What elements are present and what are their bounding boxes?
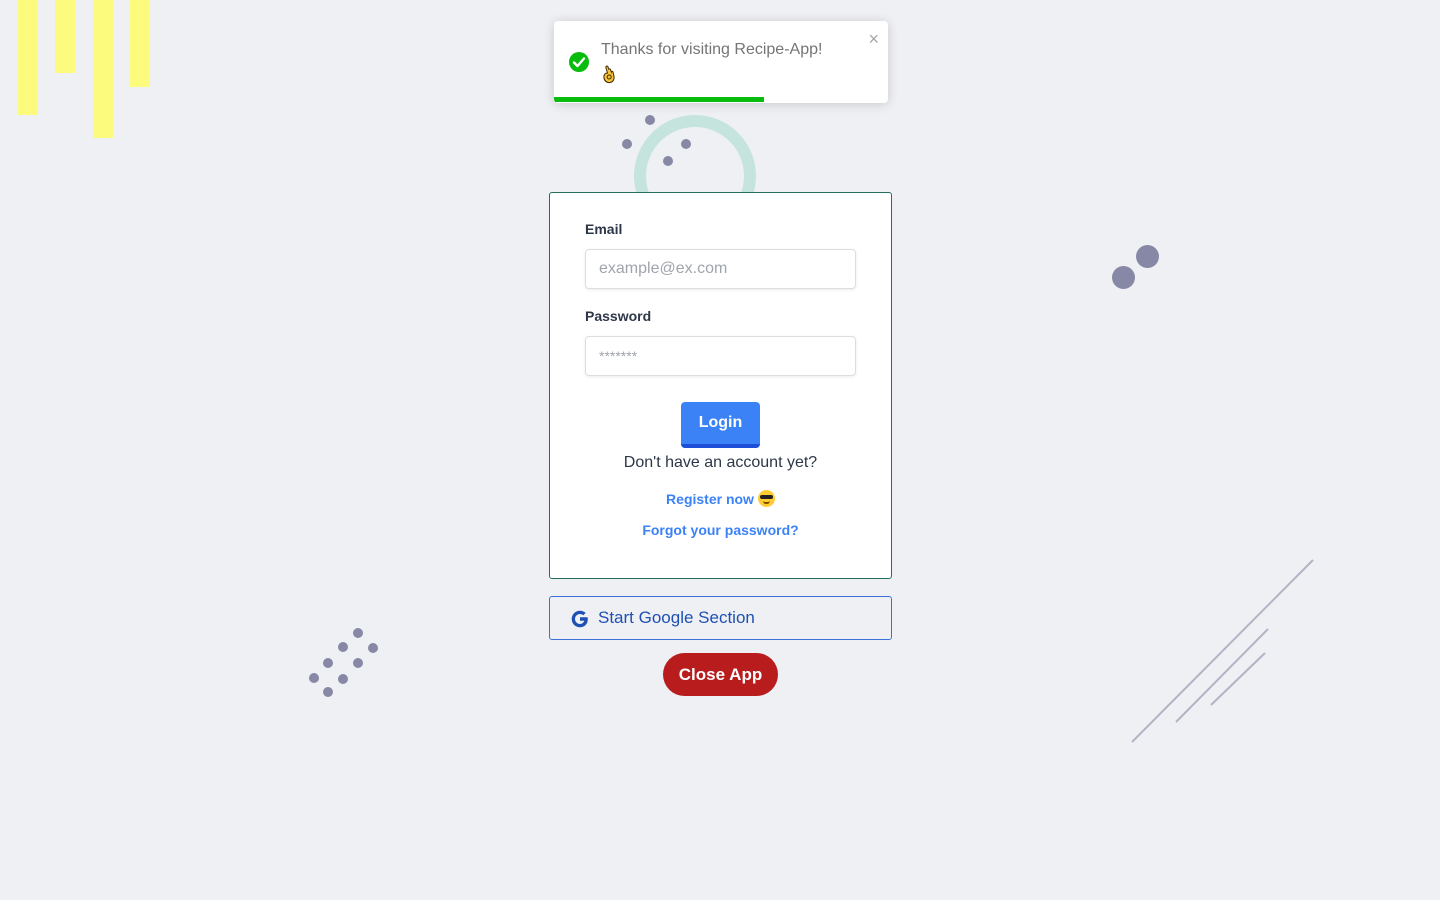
decorative-lines — [1131, 559, 1314, 743]
success-check-icon — [569, 52, 589, 72]
email-label: Email — [585, 221, 623, 237]
close-app-button[interactable]: Close App — [663, 653, 778, 696]
toast-message: Thanks for visiting Recipe-App! — [601, 41, 823, 58]
decorative-dot — [1136, 245, 1159, 268]
no-account-text: Don't have an account yet? — [623, 454, 818, 471]
password-input[interactable] — [585, 336, 856, 376]
toast-progress-bar — [554, 97, 765, 102]
decorative-dot — [338, 642, 348, 652]
page: Thanks for visiting Recipe-App! × Email … — [0, 0, 1440, 900]
password-label: Password — [585, 308, 652, 324]
decorative-dot — [1112, 266, 1135, 289]
decorative-bar — [55, 0, 75, 73]
decorative-bar — [130, 0, 150, 87]
email-input[interactable] — [585, 249, 856, 289]
google-button-label: Start Google Section — [598, 608, 755, 627]
google-icon — [570, 609, 590, 634]
login-card: Email Password Login Don't have an accou… — [549, 192, 892, 579]
decorative-dot — [323, 658, 333, 668]
decorative-dot — [353, 628, 363, 638]
decorative-bar — [93, 0, 113, 138]
ok-hand-icon — [601, 64, 617, 93]
decorative-dot — [338, 674, 348, 684]
decorative-dot — [368, 643, 378, 653]
decorative-dot — [622, 139, 632, 149]
login-button[interactable]: Login — [681, 402, 760, 448]
decorative-dot — [681, 139, 691, 149]
decorative-dot — [663, 156, 673, 166]
register-link-label[interactable]: Register now — [666, 491, 754, 507]
register-link[interactable]: Register now — [550, 490, 891, 507]
decorative-dot — [323, 687, 333, 697]
decorative-dot — [645, 115, 655, 125]
decorative-dot — [309, 673, 319, 683]
decorative-bar — [18, 0, 38, 115]
toast-notification: Thanks for visiting Recipe-App! × — [554, 21, 888, 103]
google-sign-in-button[interactable]: Start Google Section — [549, 596, 892, 640]
toast-message-container: Thanks for visiting Recipe-App! — [601, 37, 851, 93]
decorative-dot — [353, 658, 363, 668]
forgot-password-link[interactable]: Forgot your password? — [550, 522, 891, 538]
sunglasses-face-icon — [757, 490, 775, 507]
toast-close-button[interactable]: × — [868, 28, 879, 50]
